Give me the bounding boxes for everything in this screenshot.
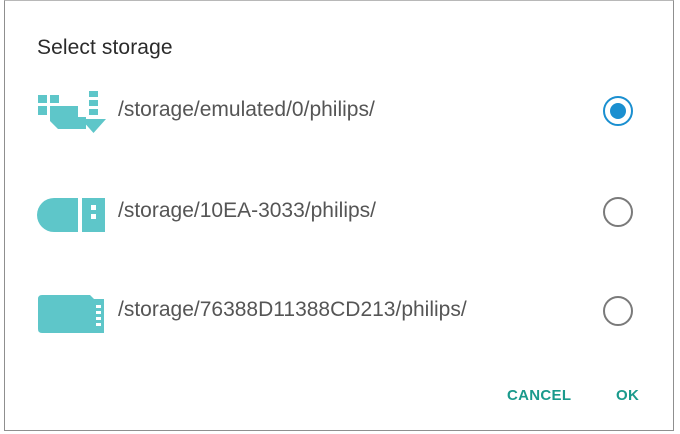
storage-path-label: /storage/10EA-3033/philips/ xyxy=(118,199,376,222)
storage-option-internal[interactable]: /storage/emulated/0/philips/ xyxy=(5,81,673,141)
dialog-title: Select storage xyxy=(37,36,173,59)
storage-option-sd-card[interactable]: /storage/76388D11388CD213/philips/ xyxy=(5,281,673,341)
sd-card-icon xyxy=(34,289,106,335)
storage-path-label: /storage/76388D11388CD213/philips/ xyxy=(118,298,467,321)
internal-storage-icon xyxy=(34,89,106,135)
radio-button-unselected[interactable] xyxy=(603,197,633,227)
select-storage-dialog: Select storage /storage/emulated/0/phili… xyxy=(4,0,674,431)
ok-button[interactable]: OK xyxy=(612,385,643,406)
cancel-button[interactable]: CANCEL xyxy=(503,385,575,406)
radio-button-unselected[interactable] xyxy=(603,296,633,326)
radio-button-selected[interactable] xyxy=(603,96,633,126)
storage-path-label: /storage/emulated/0/philips/ xyxy=(118,98,375,121)
usb-drive-icon xyxy=(34,190,106,236)
storage-option-usb[interactable]: /storage/10EA-3033/philips/ xyxy=(5,182,673,242)
